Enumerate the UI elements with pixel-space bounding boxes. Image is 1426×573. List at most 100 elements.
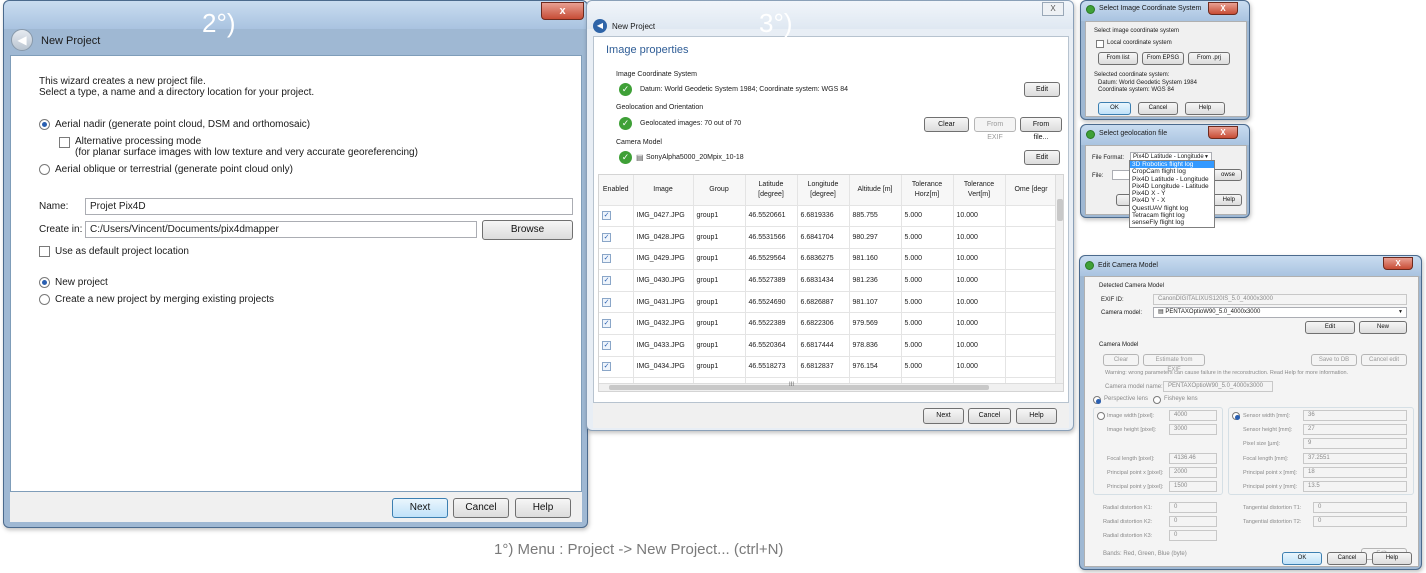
enabled-cell[interactable]: ✓ [599, 205, 634, 228]
column-header[interactable]: Image [633, 175, 694, 206]
enabled-checkbox[interactable]: ✓ [602, 211, 611, 221]
table-row[interactable]: ✓ IMG_0434.JPG group1 46.5518273 6.6812837 97… [599, 356, 1058, 379]
dropdown-option[interactable]: senseFly flight log [1130, 219, 1214, 226]
file-format-dropdown-list[interactable]: 3D Robotics flight log CropCam flight log… [1129, 160, 1215, 228]
column-header[interactable]: Altitude [m] [849, 175, 902, 206]
from-file-button[interactable]: From file... [1020, 117, 1062, 141]
clear-button[interactable]: Clear [1103, 354, 1139, 366]
enabled-checkbox[interactable]: ✓ [602, 319, 611, 329]
fisheye-lens-radio[interactable] [1153, 396, 1161, 404]
close-button[interactable]: X [1208, 2, 1238, 15]
alt-processing-checkbox[interactable] [59, 137, 70, 148]
dropdown-option[interactable]: Pix4D X - Y [1130, 190, 1214, 197]
model-name-field[interactable]: PENTAXOptioW90_5.0_4000x3000 [1163, 381, 1273, 392]
merge-projects-radio[interactable] [39, 294, 50, 305]
table-row[interactable]: ✓ IMG_0433.JPG group1 46.5520364 6.6817444 97… [599, 334, 1058, 357]
table-row[interactable]: ✓ IMG_0429.JPG group1 46.5529564 6.6836275 98… [599, 248, 1058, 271]
table-row[interactable]: ✓ IMG_0432.JPG group1 46.5522389 6.6822306 97… [599, 312, 1058, 336]
from-epsg-button[interactable]: From EPSG [1142, 52, 1184, 65]
from-exif-button[interactable]: From EXIF [974, 117, 1016, 141]
enabled-cell[interactable]: ✓ [599, 312, 634, 336]
enabled-cell[interactable]: ✓ [599, 291, 634, 314]
ok-button[interactable]: OK [1098, 102, 1131, 115]
next-button[interactable]: Next [392, 498, 448, 518]
enabled-checkbox[interactable]: ✓ [602, 276, 611, 286]
enabled-cell[interactable]: ✓ [599, 226, 634, 249]
table-row[interactable]: ✓ IMG_0430.JPG group1 46.5527389 6.6831434 98… [599, 269, 1058, 292]
dropdown-option[interactable]: QuestUAV flight log [1130, 205, 1214, 212]
ppy-px-field[interactable]: 1500 [1169, 481, 1217, 492]
k3-field[interactable]: 0 [1169, 530, 1217, 541]
dropdown-option[interactable]: 3D Robotics flight log [1130, 161, 1214, 169]
ppx-px-field[interactable]: 2000 [1169, 467, 1217, 478]
enabled-cell[interactable]: ✓ [599, 356, 634, 379]
cancel-button[interactable]: Cancel [1138, 102, 1178, 115]
column-header[interactable]: Tolerance Horz[m] [901, 175, 954, 206]
column-header[interactable]: Tolerance Vert[m] [953, 175, 1006, 206]
aerial-oblique-radio[interactable] [39, 164, 50, 175]
edit-button[interactable]: Edit [1305, 321, 1355, 334]
perspective-lens-radio[interactable] [1093, 396, 1101, 404]
camera-model-select[interactable]: ▤ PENTAXOptioW90_5.0_4000x3000 ▼ [1153, 307, 1407, 318]
cancel-button[interactable]: Cancel [968, 408, 1011, 424]
k1-field[interactable]: 0 [1169, 502, 1217, 513]
camera-edit-button[interactable]: Edit [1024, 150, 1060, 165]
enabled-checkbox[interactable]: ✓ [602, 232, 611, 242]
sensor-width-field[interactable]: 36 [1303, 410, 1407, 421]
mm-params-radio[interactable] [1232, 412, 1240, 420]
dropdown-option[interactable]: Pix4D Y - X [1130, 197, 1214, 204]
dropdown-option[interactable]: Tetracam flight log [1130, 212, 1214, 219]
cancel-button[interactable]: Cancel [453, 498, 509, 518]
ics-edit-button[interactable]: Edit [1024, 82, 1060, 97]
pixel-params-radio[interactable] [1097, 412, 1105, 420]
new-button[interactable]: New [1359, 321, 1407, 334]
column-header[interactable]: Ome [degr [1005, 175, 1058, 206]
next-button[interactable]: Next [923, 408, 964, 424]
default-location-checkbox[interactable] [39, 246, 50, 257]
enabled-checkbox[interactable]: ✓ [602, 254, 611, 264]
browse-button[interactable]: Browse [482, 220, 573, 240]
geo-clear-button[interactable]: Clear [924, 117, 969, 132]
cancel-button[interactable]: Cancel [1327, 552, 1367, 565]
help-button[interactable]: Help [1372, 552, 1412, 565]
table-row[interactable]: ✓ IMG_0427.JPG group1 46.5520661 6.6819336 88… [599, 205, 1058, 228]
column-header[interactable]: Latitude [degree] [745, 175, 798, 206]
back-arrow-icon[interactable]: ◀ [593, 19, 607, 33]
enabled-cell[interactable]: ✓ [599, 248, 634, 271]
t1-field[interactable]: 0 [1313, 502, 1407, 513]
vertical-scrollbar[interactable] [1055, 175, 1063, 385]
sensor-height-field[interactable]: 27 [1303, 424, 1407, 435]
back-arrow-icon[interactable]: ◀ [11, 29, 33, 51]
table-row[interactable]: ✓ IMG_0431.JPG group1 46.5524690 6.6826887 98… [599, 291, 1058, 314]
ppx-mm-field[interactable]: 18 [1303, 467, 1407, 478]
enabled-cell[interactable]: ✓ [599, 334, 634, 357]
close-button[interactable]: X [1383, 257, 1413, 270]
local-system-checkbox[interactable] [1096, 40, 1104, 48]
help-button[interactable]: Help [1016, 408, 1057, 424]
create-in-input[interactable]: C:/Users/Vincent/Documents/pix4dmapper [85, 221, 477, 238]
close-button[interactable]: x [541, 2, 584, 20]
column-header[interactable]: Enabled [599, 175, 634, 206]
enabled-checkbox[interactable]: ✓ [602, 340, 611, 350]
close-button[interactable]: X [1208, 126, 1238, 139]
ppy-mm-field[interactable]: 13.5 [1303, 481, 1407, 492]
enabled-checkbox[interactable]: ✓ [602, 297, 611, 307]
window-close-button[interactable]: X [1042, 2, 1064, 16]
table-row[interactable]: ✓ IMG_0428.JPG group1 46.5531566 6.6841704 98… [599, 226, 1058, 249]
focal-px-field[interactable]: 4136.46 [1169, 453, 1217, 464]
image-height-field[interactable]: 3000 [1169, 424, 1217, 435]
enabled-checkbox[interactable]: ✓ [602, 362, 611, 372]
column-header[interactable]: Group [693, 175, 746, 206]
dropdown-option[interactable]: CropCam flight log [1130, 168, 1214, 175]
pixel-size-field[interactable]: 9 [1303, 438, 1407, 449]
k2-field[interactable]: 0 [1169, 516, 1217, 527]
dropdown-option[interactable]: Pix4D Longitude - Latitude [1130, 183, 1214, 190]
save-db-button[interactable]: Save to DB [1311, 354, 1357, 366]
help-button[interactable]: Help [1185, 102, 1225, 115]
dropdown-option[interactable]: Pix4D Latitude - Longitude [1130, 176, 1214, 183]
estimate-exif-button[interactable]: Estimate from EXIF [1143, 354, 1205, 373]
from-prj-button[interactable]: From .prj [1188, 52, 1230, 65]
horizontal-scrollbar[interactable]: III [599, 382, 1063, 391]
focal-mm-field[interactable]: 37.2551 [1303, 453, 1407, 464]
cancel-edit-button[interactable]: Cancel edit [1361, 354, 1407, 366]
